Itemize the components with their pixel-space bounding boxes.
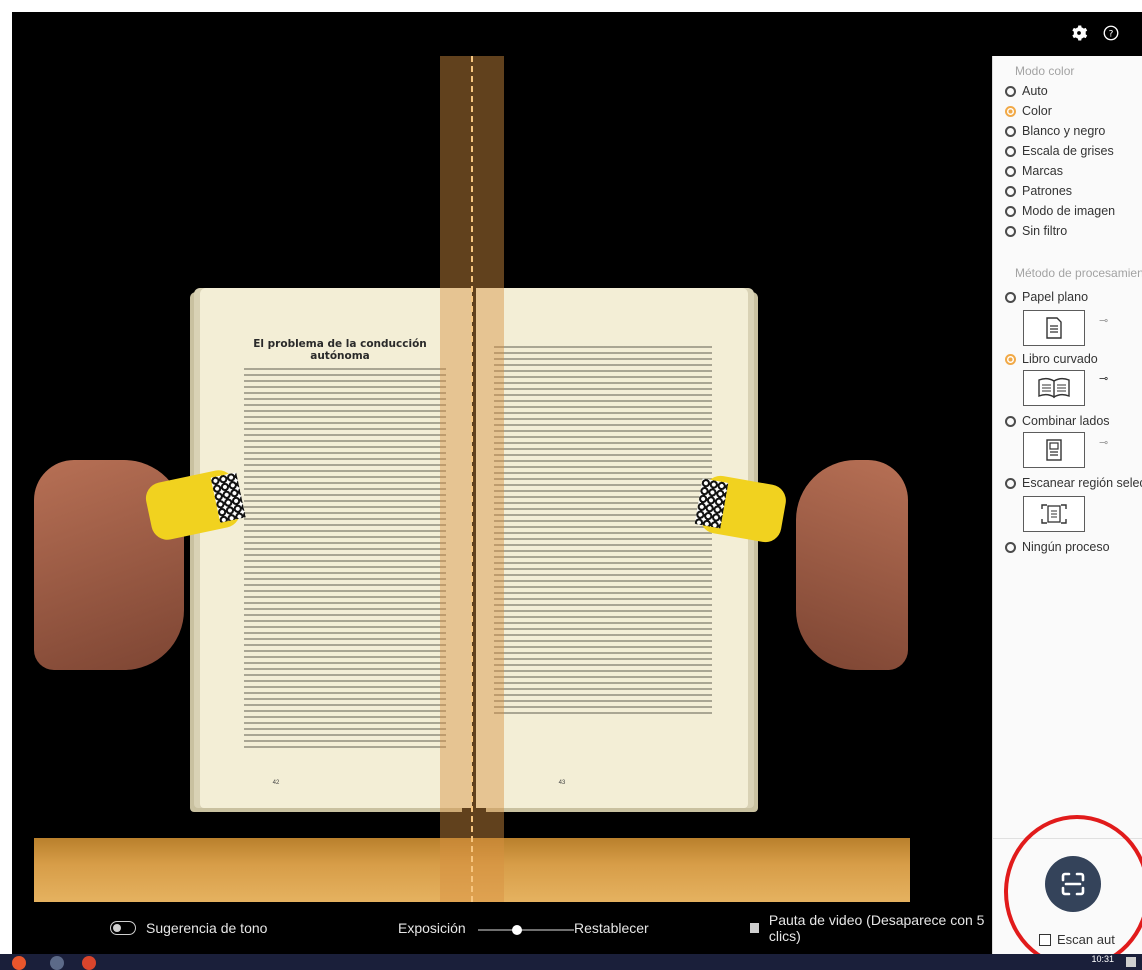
color-option-auto[interactable]: Auto xyxy=(1005,82,1048,100)
radio-icon[interactable] xyxy=(1005,125,1016,137)
right-hand xyxy=(796,460,908,670)
help-circle-icon[interactable]: ? xyxy=(1100,22,1122,44)
taskbar-app-icon[interactable] xyxy=(50,956,64,970)
tone-hint-toggle[interactable]: Sugerencia de tono xyxy=(110,918,267,938)
left-page-title: El problema de la conducción autónoma xyxy=(253,338,427,362)
taskbar-app-icon[interactable] xyxy=(12,956,26,970)
right-page-text xyxy=(494,346,712,718)
left-page-text xyxy=(244,368,446,748)
tone-hint-label: Sugerencia de tono xyxy=(146,920,268,936)
notification-icon[interactable] xyxy=(1126,957,1136,967)
proc-option-libro-curvado[interactable]: Libro curvado xyxy=(1005,350,1098,368)
radio-icon[interactable] xyxy=(1005,145,1016,157)
color-option-patrones[interactable]: Patrones xyxy=(1005,182,1072,200)
radio-icon[interactable] xyxy=(1005,225,1016,237)
top-bar: ? xyxy=(12,12,1142,56)
color-option-modo-de-imagen[interactable]: Modo de imagen xyxy=(1005,202,1115,220)
flat-paper-settings-icon[interactable]: ⊸ xyxy=(1099,314,1113,327)
curved-book-settings-icon[interactable]: ⊸ xyxy=(1099,372,1113,385)
combine-sides-settings-icon[interactable]: ⊸ xyxy=(1099,436,1113,449)
color-option-sin-filtro[interactable]: Sin filtro xyxy=(1005,222,1067,240)
color-option-escala-de-grises[interactable]: Escala de grises xyxy=(1005,142,1114,160)
taskbar-clock: 10:31 xyxy=(1091,954,1114,964)
combine-sides-icon[interactable] xyxy=(1023,432,1085,468)
radio-icon[interactable] xyxy=(1005,541,1016,553)
radio-icon[interactable] xyxy=(1005,353,1016,365)
taskbar-app-icon[interactable] xyxy=(82,956,96,970)
scan-highlight-ring xyxy=(1004,815,1142,969)
color-option-color[interactable]: Color xyxy=(1005,102,1052,120)
gear-icon[interactable] xyxy=(1068,22,1090,44)
radio-icon[interactable] xyxy=(1005,185,1016,197)
svg-text:?: ? xyxy=(1109,29,1114,39)
book-right-page: 43 xyxy=(476,288,748,808)
radio-icon[interactable] xyxy=(1005,205,1016,217)
color-option-marcas[interactable]: Marcas xyxy=(1005,162,1063,180)
video-guide-label: Pauta de video (Desaparece con 5 clics) xyxy=(768,912,985,944)
flat-paper-icon[interactable] xyxy=(1023,310,1085,346)
proc-option-escanear-region[interactable]: Escanear región selec... xyxy=(1005,474,1142,492)
proc-option-combinar-lados[interactable]: Combinar lados xyxy=(1005,412,1110,430)
color-mode-title: Modo color xyxy=(1015,64,1075,78)
processing-title: Método de procesamiento xyxy=(1015,266,1142,280)
curved-book-icon[interactable] xyxy=(1023,370,1085,406)
exposure-slider-thumb[interactable] xyxy=(512,925,523,935)
color-option-blanco-y-negro[interactable]: Blanco y negro xyxy=(1005,122,1105,140)
radio-icon[interactable] xyxy=(1005,165,1016,177)
exposure-slider[interactable] xyxy=(478,925,574,935)
book-left-page: El problema de la conducción autónoma 42 xyxy=(200,288,472,808)
scan-region-icon[interactable] xyxy=(1023,496,1085,532)
radio-icon[interactable] xyxy=(1005,85,1016,97)
proc-option-ningun-proceso[interactable]: Ningún proceso xyxy=(1005,538,1110,556)
reset-button[interactable]: Restablecer xyxy=(574,918,649,938)
spine-guide-line[interactable] xyxy=(471,56,473,902)
video-guide-icon xyxy=(750,923,759,933)
radio-icon[interactable] xyxy=(1005,105,1016,117)
proc-option-papel-plano[interactable]: Papel plano xyxy=(1005,288,1088,306)
exposure-label: Exposición xyxy=(398,920,466,936)
radio-icon[interactable] xyxy=(1005,291,1016,303)
radio-icon[interactable] xyxy=(1005,415,1016,427)
taskbar: 10:31 xyxy=(0,954,1142,970)
video-guide-toggle[interactable]: Pauta de video (Desaparece con 5 clics) xyxy=(750,912,992,944)
right-page-number: 43 xyxy=(558,780,566,786)
radio-icon[interactable] xyxy=(1005,477,1016,489)
bottom-toolbar: Sugerencia de tono Exposición Restablece… xyxy=(12,902,992,954)
toggle-icon[interactable] xyxy=(110,921,136,935)
camera-preview: El problema de la conducción autónoma 42… xyxy=(12,56,992,902)
